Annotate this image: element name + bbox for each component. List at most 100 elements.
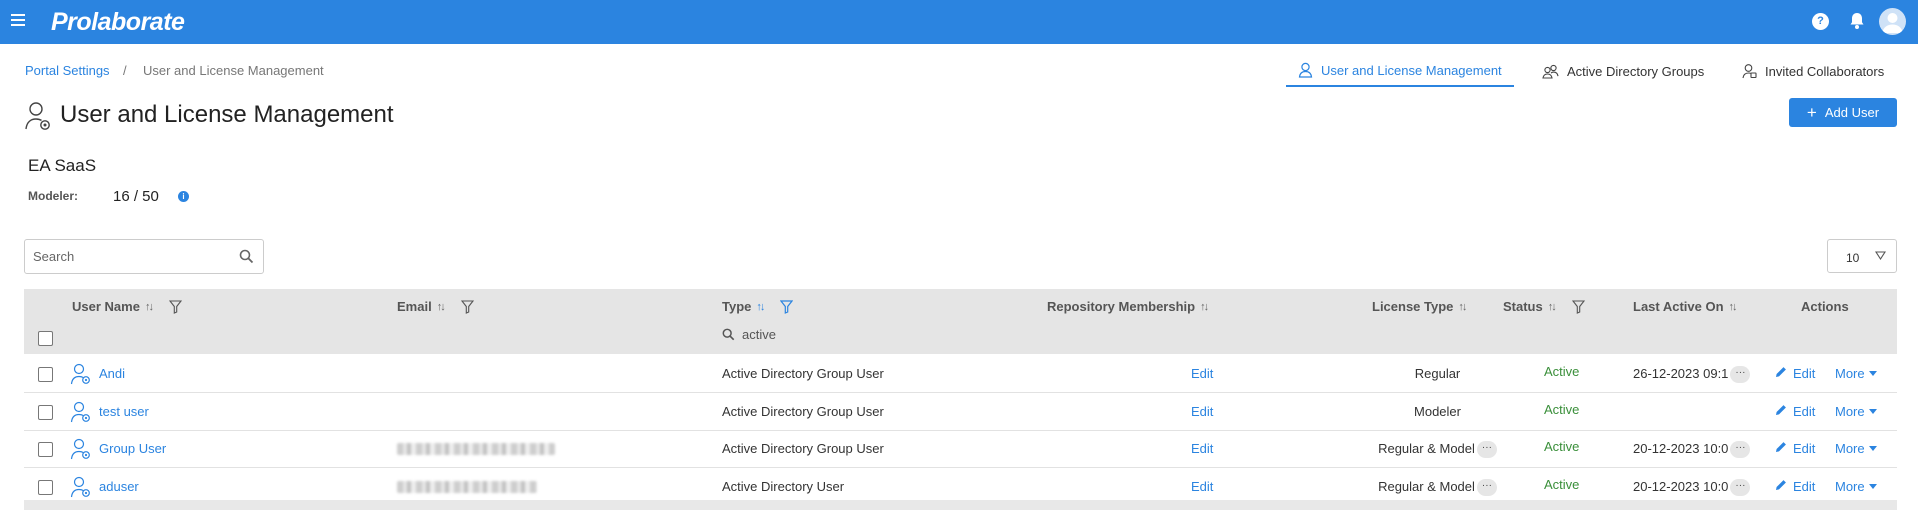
sort-icon[interactable]: ↑↓ [1458, 301, 1467, 313]
sort-icon[interactable]: ↑↓ [756, 301, 765, 313]
more-label: More [1835, 404, 1865, 419]
caret-down-icon [1868, 446, 1877, 451]
row-checkbox[interactable] [38, 405, 53, 420]
column-status[interactable]: Status ↑↓ [1503, 299, 1585, 314]
edit-user-button[interactable]: Edit [1775, 404, 1815, 419]
tab-label: Active Directory Groups [1567, 63, 1705, 79]
info-icon[interactable]: i [178, 191, 189, 202]
row-checkbox[interactable] [38, 480, 53, 495]
filter-icon[interactable] [168, 299, 182, 314]
tab-active-directory-groups[interactable]: Active Directory Groups [1530, 55, 1716, 87]
edit-label: Edit [1793, 479, 1816, 494]
email-redacted [397, 481, 537, 493]
more-dots-icon[interactable]: ··· [1730, 366, 1751, 384]
add-user-button[interactable]: + Add User [1789, 98, 1897, 127]
license-type: Regular & Model [1378, 441, 1475, 456]
page-title: User and License Management [60, 101, 394, 128]
more-dots-icon[interactable]: ··· [1730, 479, 1751, 497]
last-active-date: 20-12-2023 10:0 [1633, 479, 1729, 494]
breadcrumb-current: User and License Management [143, 63, 324, 78]
edit-user-button[interactable]: Edit [1775, 479, 1815, 494]
edit-label: Edit [1793, 404, 1816, 419]
row-checkbox[interactable] [38, 367, 53, 382]
tab-user-license-management[interactable]: User and License Management [1286, 55, 1514, 87]
table-row: Group User Active Directory Group User Edi… [24, 430, 1897, 468]
search-icon[interactable] [239, 249, 254, 264]
more-dots-icon[interactable]: ··· [1476, 479, 1497, 497]
column-last-active-on[interactable]: Last Active On ↑↓ [1633, 299, 1738, 314]
search-input[interactable] [25, 240, 225, 273]
more-actions-button[interactable]: More [1835, 479, 1877, 494]
more-actions-button[interactable]: More [1835, 366, 1877, 381]
sort-icon[interactable]: ↑↓ [437, 301, 446, 313]
column-repository-membership[interactable]: Repository Membership ↑↓ [1047, 299, 1209, 314]
pencil-icon [1775, 404, 1787, 419]
edit-label: Edit [1793, 366, 1816, 381]
status-badge: Active [1544, 402, 1580, 417]
tab-label: User and License Management [1321, 62, 1502, 78]
organization-name: EA SaaS [28, 156, 97, 175]
email-redacted [397, 443, 555, 455]
user-name-link[interactable]: Group User [99, 441, 166, 456]
column-email[interactable]: Email ↑↓ [397, 299, 474, 314]
select-all-checkbox[interactable] [38, 331, 53, 346]
last-active-cell: 20-12-2023 10:0 ··· [1633, 441, 1751, 459]
top-bar: Prolaborate ? [0, 0, 1918, 44]
edit-user-button[interactable]: Edit [1775, 441, 1815, 456]
tab-invited-collaborators[interactable]: Invited Collaborators [1730, 55, 1896, 87]
breadcrumb-portal-settings[interactable]: Portal Settings [25, 63, 110, 78]
more-dots-icon[interactable]: ··· [1730, 441, 1751, 459]
more-dots-icon[interactable]: ··· [1476, 441, 1497, 459]
user-name-link[interactable]: test user [99, 404, 149, 419]
pencil-icon [1775, 441, 1787, 456]
user-settings-icon [70, 475, 92, 502]
license-type: Regular & Model [1378, 479, 1475, 494]
group-icon [1542, 64, 1559, 79]
user-type: Active Directory Group User [722, 366, 884, 381]
search-box [24, 239, 264, 274]
edit-user-button[interactable]: Edit [1775, 366, 1815, 381]
repository-edit-link[interactable]: Edit [1191, 366, 1213, 381]
caret-down-icon [1868, 371, 1877, 376]
filter-icon[interactable] [460, 299, 474, 314]
status-badge: Active [1544, 364, 1580, 379]
sort-icon[interactable]: ↑↓ [145, 301, 154, 313]
hamburger-menu-icon[interactable] [11, 14, 25, 26]
question-circle-icon[interactable]: ? [1812, 13, 1829, 30]
column-type[interactable]: Type ↑↓ [722, 299, 794, 314]
caret-down-icon [1868, 484, 1877, 489]
repository-edit-link[interactable]: Edit [1191, 441, 1213, 456]
app-logo[interactable]: Prolaborate [51, 8, 185, 37]
filter-icon[interactable] [780, 299, 794, 314]
user-avatar-icon[interactable] [1879, 8, 1906, 35]
last-active-cell: 26-12-2023 09:1 ··· [1633, 366, 1751, 384]
table-row: Andi Active Directory Group User Edit Regul… [24, 355, 1897, 393]
last-active-date: 26-12-2023 09:1 [1633, 366, 1729, 381]
pencil-icon [1775, 479, 1787, 494]
repository-edit-link[interactable]: Edit [1191, 404, 1213, 419]
user-type: Active Directory User [722, 479, 845, 494]
sort-icon[interactable]: ↑↓ [1200, 301, 1209, 313]
more-actions-button[interactable]: More [1835, 441, 1877, 456]
license-type-cell: Regular & Model ··· [1372, 479, 1503, 497]
more-actions-button[interactable]: More [1835, 404, 1877, 419]
user-name-link[interactable]: aduser [99, 479, 139, 494]
user-name-link[interactable]: Andi [99, 366, 125, 381]
row-checkbox[interactable] [38, 442, 53, 457]
column-user-name[interactable]: User Name ↑↓ [72, 299, 182, 314]
dropdown-triangle-icon [1875, 251, 1886, 260]
sort-icon[interactable]: ↑↓ [1729, 301, 1738, 313]
breadcrumb-separator: / [123, 63, 127, 78]
more-label: More [1835, 441, 1865, 456]
type-filter-value: active [742, 327, 776, 342]
page-size-select[interactable]: 10 [1827, 239, 1897, 273]
repository-edit-link[interactable]: Edit [1191, 479, 1213, 494]
license-type: Regular [1414, 366, 1461, 381]
column-license-type[interactable]: License Type ↑↓ [1372, 299, 1467, 314]
sort-icon[interactable]: ↑↓ [1548, 301, 1557, 313]
bell-icon[interactable] [1849, 12, 1866, 29]
page-size-value: 10 [1846, 251, 1860, 265]
filter-icon[interactable] [1571, 299, 1585, 314]
type-filter-field[interactable]: active [722, 327, 776, 342]
tab-label: Invited Collaborators [1765, 63, 1885, 79]
